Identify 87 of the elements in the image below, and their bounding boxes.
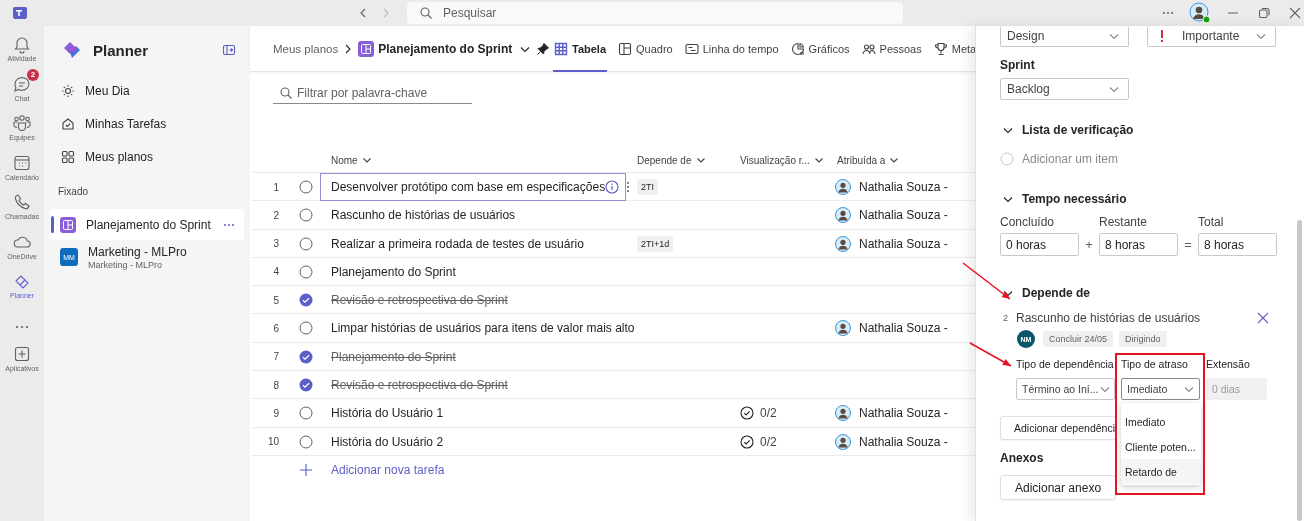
- search-field[interactable]: Pesquisar: [407, 2, 903, 24]
- filter-field[interactable]: Filtrar por palavra-chave: [273, 82, 472, 104]
- dropdown[interactable]: Imediato: [1121, 378, 1200, 400]
- operator-sign: =: [1183, 237, 1193, 252]
- pinned-plan-item[interactable]: Planejamento do Sprint: [50, 209, 244, 240]
- field-label: Tipo de dependência: [1016, 358, 1115, 370]
- dropdown[interactable]: Backlog: [1000, 78, 1129, 100]
- hours-field[interactable]: 0 horas: [1000, 233, 1079, 256]
- task-name[interactable]: Desenvolver protótipo com base em especificações: [331, 180, 606, 194]
- view-tab[interactable]: Meta: [932, 25, 978, 72]
- view-tab[interactable]: Quadro: [617, 25, 674, 72]
- task-name-field[interactable]: Desenvolver protótipo com base em especificações: [320, 173, 626, 201]
- column-header[interactable]: Depende de: [626, 150, 707, 170]
- dependency-number: 2: [1003, 313, 1009, 323]
- task-name[interactable]: Revisão e retrospectiva do Sprint: [331, 293, 618, 308]
- plan-name: Planejamento do Sprint: [86, 217, 212, 232]
- assignee-name: Nathalia Souza -: [859, 321, 948, 336]
- dependency-tag: Dirigindo: [1119, 331, 1167, 347]
- row-number: 7: [272, 351, 280, 363]
- row-number: 10: [266, 436, 280, 448]
- lag-field: 0 dias: [1206, 378, 1267, 400]
- task-name[interactable]: Planejamento do Sprint: [331, 264, 618, 279]
- breadcrumb-link[interactable]: Meus planos: [273, 42, 339, 55]
- row-number: 3: [272, 238, 280, 250]
- assignee-name: Nathalia Souza -: [859, 434, 948, 449]
- dropdown[interactable]: Término ao Iní...: [1016, 378, 1115, 400]
- row-number: 5: [272, 294, 280, 306]
- section-header[interactable]: Lista de verificação: [1000, 118, 1134, 142]
- task-name[interactable]: Revisão e retrospectiva do Sprint: [331, 378, 618, 393]
- plan-subtitle: Marketing - MLPro: [88, 259, 164, 270]
- menu-option[interactable]: Imediato: [1121, 409, 1201, 434]
- app-title: Planner: [93, 41, 150, 59]
- task-name[interactable]: Rascunho de histórias de usuários: [331, 208, 618, 223]
- assignee-name: Nathalia Souza -: [859, 208, 948, 223]
- hours-field[interactable]: 8 horas: [1198, 233, 1277, 256]
- field-label: Extensão: [1206, 358, 1250, 370]
- dependency-task-name[interactable]: Rascunho de histórias de usuários: [1016, 311, 1256, 325]
- hours-field[interactable]: 8 horas: [1099, 233, 1178, 256]
- task-name[interactable]: Planejamento do Sprint: [331, 349, 618, 364]
- assignee-name: Nathalia Souza -: [859, 406, 948, 421]
- field-label: Tipo de atraso: [1121, 358, 1189, 370]
- view-tab[interactable]: Tabela: [553, 25, 608, 72]
- add-dependency-button[interactable]: Adicionar dependênci: [1000, 416, 1116, 440]
- section-header[interactable]: Tempo necessário: [1000, 187, 1127, 211]
- add-attachment-button[interactable]: Adicionar anexo: [1000, 475, 1117, 500]
- task-name[interactable]: Limpar histórias de usuários para itens de valor mais alto: [331, 321, 635, 336]
- dropdown[interactable]: Design: [1000, 26, 1129, 47]
- menu-option[interactable]: Cliente poten...: [1121, 434, 1201, 459]
- notification-badge: 2: [27, 68, 39, 81]
- nav-item[interactable]: Minhas Tarefas: [50, 107, 244, 140]
- assignee-name: Nathalia Souza -: [859, 180, 948, 194]
- column-header[interactable]: Visualização r...: [729, 150, 825, 170]
- assignee-name: Nathalia Souza -: [859, 236, 948, 251]
- field-label: Sprint: [1000, 57, 1036, 74]
- plan-title: Planejamento do Sprint: [378, 41, 513, 56]
- row-number: 9: [272, 407, 280, 419]
- dependency-tag: Concluir 24/05: [1043, 331, 1114, 347]
- operator-sign: +: [1084, 237, 1094, 252]
- task-name[interactable]: História do Usuário 1: [331, 406, 618, 421]
- field-label: Restante: [1099, 215, 1149, 229]
- column-header[interactable]: Nome: [320, 150, 373, 170]
- row-number: 2: [272, 209, 280, 221]
- row-number: 4: [272, 266, 280, 278]
- view-tab[interactable]: Pessoas: [860, 25, 923, 72]
- dependency-tag: 2TI: [637, 179, 658, 195]
- nav-item[interactable]: Meus planos: [50, 140, 244, 173]
- add-item-field[interactable]: Adicionar um item: [1022, 152, 1142, 166]
- row-number: 6: [272, 323, 280, 334]
- dependency-tag: 2TI+1d: [637, 235, 674, 252]
- task-name[interactable]: Realizar a primeira rodada de testes de usuário: [331, 236, 618, 251]
- section-label: Fixado: [57, 184, 89, 199]
- view-tab[interactable]: Gráficos: [789, 25, 851, 72]
- checklist-count: 0/2: [760, 406, 777, 421]
- add-task-link[interactable]: Adicionar nova tarefa: [320, 463, 626, 478]
- field-label: Total: [1198, 215, 1225, 229]
- row-number: 8: [272, 379, 280, 391]
- row-number: 1: [272, 181, 280, 193]
- column-header[interactable]: Atribuída a: [826, 150, 901, 170]
- menu-option[interactable]: Retardo de: [1121, 459, 1201, 484]
- field-label: Concluído: [1000, 215, 1056, 229]
- dropdown[interactable]: Importante: [1147, 26, 1276, 47]
- task-name[interactable]: História do Usuário 2: [331, 434, 618, 449]
- checklist-count: 0/2: [760, 434, 777, 449]
- section-label: Anexos: [1000, 450, 1045, 466]
- nav-item[interactable]: Meu Dia: [50, 74, 244, 107]
- plan-name: Marketing - MLPro: [88, 244, 188, 259]
- view-tab[interactable]: Linha do tempo: [683, 25, 780, 72]
